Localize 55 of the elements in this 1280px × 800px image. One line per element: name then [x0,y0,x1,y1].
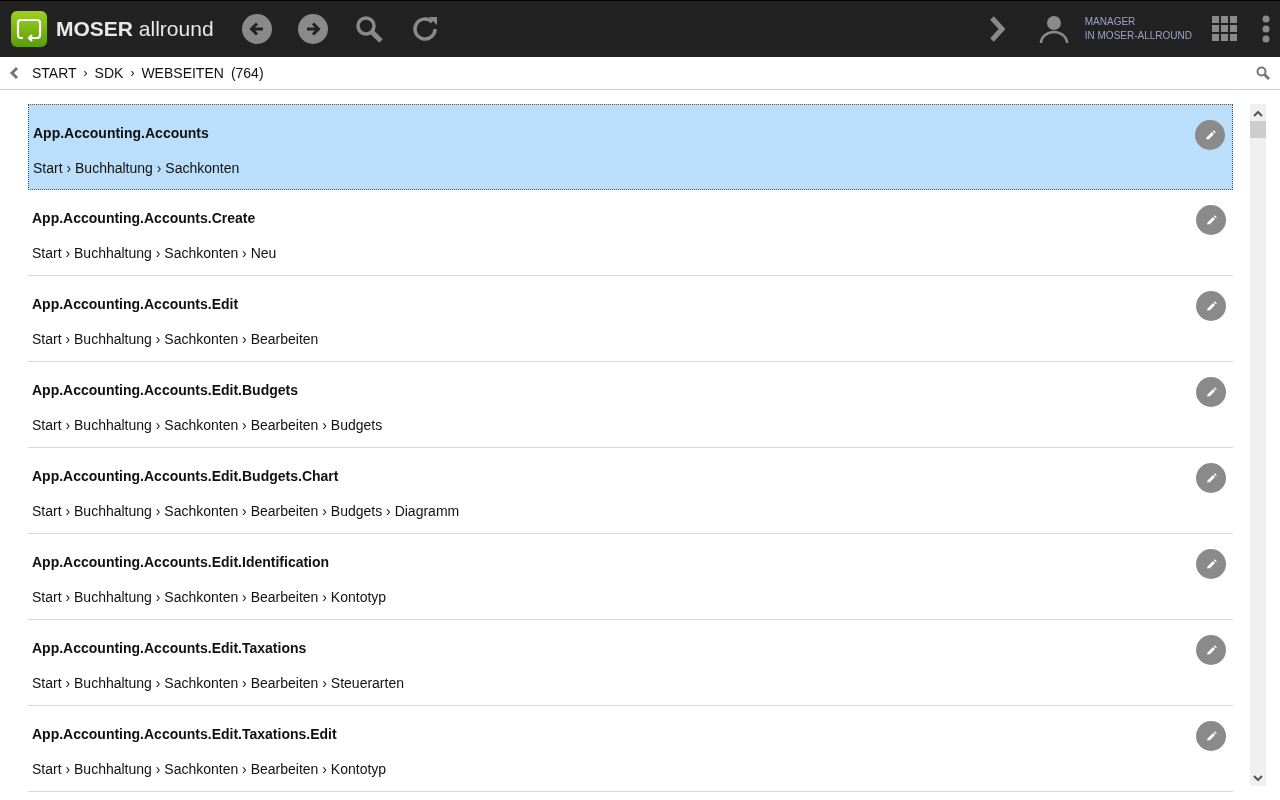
edit-icon[interactable] [1196,463,1226,493]
page-list-item[interactable]: App.Accounting.Accounts.Edit.Budgets Start › Buchhaltung › Sachkonten › Bearbeiten › Budgets [28,362,1233,448]
edit-icon[interactable] [1196,549,1226,579]
page-name: App.Accounting.Accounts [33,124,210,143]
page-list-item[interactable]: App.Accounting.Accounts.Edit.Taxations Start › Buchhaltung › Sachkonten › Bearbeiten › Steuerarten [28,620,1233,706]
page-path: Start › Buchhaltung › Sachkonten › Bearbeiten › Kontotyp [32,760,388,779]
edit-icon[interactable] [1196,291,1226,321]
page-path: Start › Buchhaltung › Sachkonten › Bearbeiten › Budgets [32,416,384,435]
page-list-item[interactable]: App.Accounting.Accounts.Create Start › Buchhaltung › Sachkonten › Neu [28,190,1233,276]
back-icon[interactable] [241,14,272,44]
page-path: Start › Buchhaltung › Sachkonten › Bearbeiten › Budgets › Diagramm [32,502,461,521]
item-count: (764) [230,63,264,83]
more-menu-icon[interactable] [1262,15,1270,43]
breadcrumb-link[interactable]: SDK [94,62,124,84]
chevron-left-icon[interactable] [9,66,19,80]
brand-name: MOSER allround [56,16,214,43]
scroll-down-icon[interactable] [1253,774,1263,782]
user-icon[interactable] [1038,14,1069,44]
edit-icon[interactable] [1196,721,1226,751]
scroll-up-icon[interactable] [1253,110,1263,118]
search-icon[interactable] [353,14,384,44]
page-path: Start › Buchhaltung › Sachkonten › Bearbeiten › Steuerarten [32,674,405,693]
page-path: Start › Buchhaltung › Sachkonten › Bearbeiten › Kontotyp [32,588,388,607]
page-name: App.Accounting.Accounts.Edit.Taxations [32,639,308,658]
user-role: MANAGER [1084,15,1137,29]
page-list-item[interactable]: App.Accounting.Accounts.Edit.Budgets.Chart Start › Buchhaltung › Sachkonten › Bearbeiten › Budgets › Diagramm [28,448,1233,534]
page-path: Start › Buchhaltung › Sachkonten [33,159,241,178]
chevron-right-icon[interactable] [988,15,1007,43]
scrollbar[interactable] [1250,104,1266,786]
forward-icon[interactable] [297,14,328,44]
breadcrumb-link[interactable]: START [32,62,77,84]
search-icon[interactable] [1256,66,1270,80]
page-name: App.Accounting.Accounts.Edit.Budgets.Chart [32,467,340,486]
page-list-item[interactable]: App.Accounting.Accounts Start › Buchhaltung › Sachkonten [28,104,1233,190]
scrollbar-thumb[interactable] [1250,121,1266,138]
edit-icon[interactable] [1196,205,1226,235]
logo-icon [11,11,47,47]
user-company: IN MOSER-ALLROUND [1084,29,1192,43]
page-list-item[interactable]: App.Accounting.Accounts.Edit.Taxations.Edit Start › Buchhaltung › Sachkonten › Bearbeiten › Kontotyp [28,706,1233,792]
breadcrumb-separator: › [83,65,88,82]
breadcrumb-separator: › [130,65,135,82]
page-name: App.Accounting.Accounts.Edit.Identification [32,553,331,572]
page-name: App.Accounting.Accounts.Edit.Budgets [32,381,299,400]
page-name: App.Accounting.Accounts.Edit.Taxations.Edit [32,725,338,744]
apps-grid-icon[interactable] [1212,16,1238,42]
page-list-item[interactable]: App.Accounting.Accounts.Edit Start › Buchhaltung › Sachkonten › Bearbeiten [28,276,1233,362]
page-path: Start › Buchhaltung › Sachkonten › Neu [32,244,278,263]
edit-icon[interactable] [1196,377,1226,407]
breadcrumb-link[interactable]: WEBSEITEN [141,62,224,84]
edit-icon[interactable] [1196,635,1226,665]
page-name: App.Accounting.Accounts.Edit [32,295,240,314]
edit-icon[interactable] [1195,120,1225,150]
page-path: Start › Buchhaltung › Sachkonten › Bearbeiten [32,330,320,349]
page-name: App.Accounting.Accounts.Create [32,209,257,228]
page-list-item[interactable]: App.Accounting.Accounts.Edit.Identification Start › Buchhaltung › Sachkonten › Bearbeiten › Kontotyp [28,534,1233,620]
